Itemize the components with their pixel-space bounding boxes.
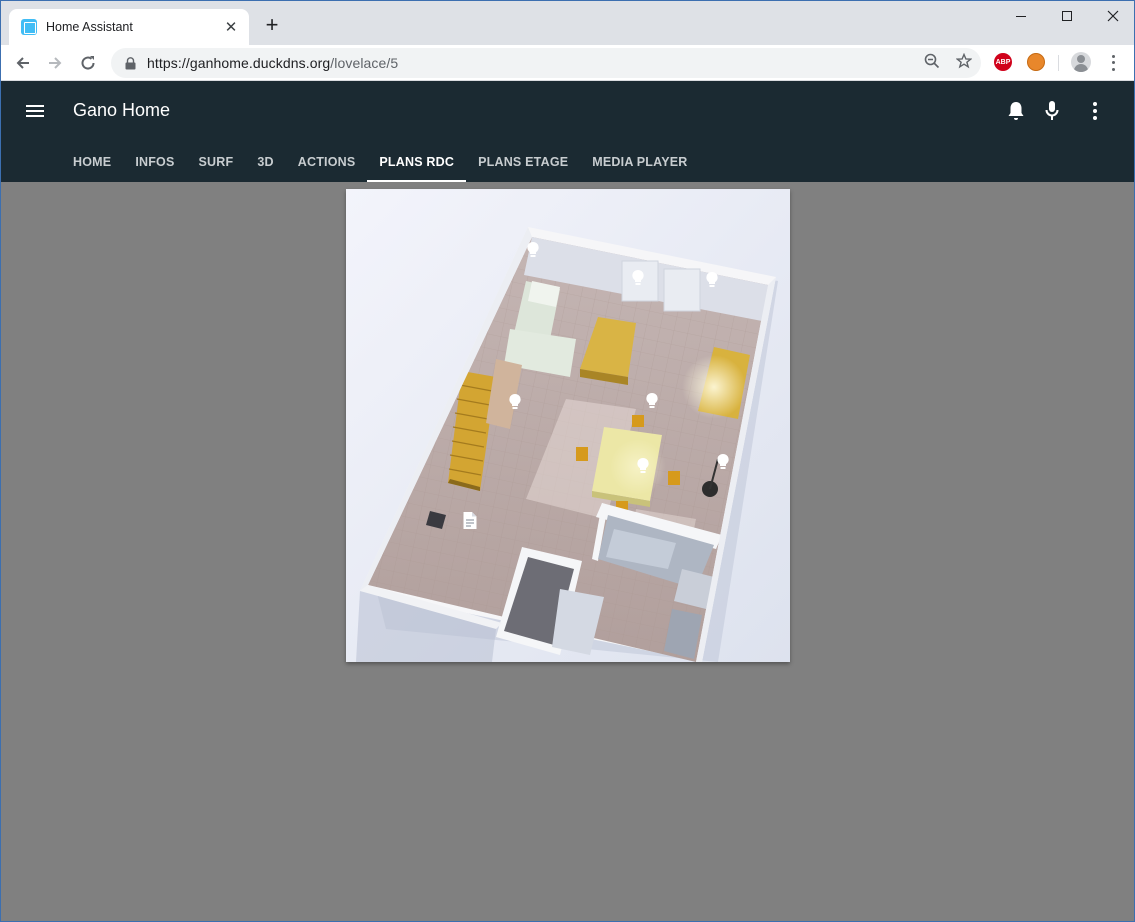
bell-icon	[1008, 102, 1024, 120]
microphone-icon	[1045, 101, 1059, 120]
tab-media-player[interactable]: Media Player	[580, 141, 699, 182]
lightbulb-icon[interactable]	[714, 453, 732, 471]
floorplan-card	[346, 189, 790, 662]
forward-button[interactable]	[41, 49, 69, 77]
reload-icon	[81, 56, 95, 70]
hamburger-menu-icon[interactable]	[23, 99, 47, 123]
arrow-right-icon	[49, 57, 62, 69]
lightbulb-icon[interactable]	[506, 393, 524, 411]
title-bar: Home Assistant ✕ +	[1, 1, 1134, 45]
maximize-icon	[1062, 11, 1072, 21]
zoom-out-icon	[924, 53, 940, 69]
lightbulb-icon[interactable]	[524, 241, 542, 259]
tab-home[interactable]: Home	[61, 141, 123, 182]
tab-close-icon[interactable]: ✕	[223, 18, 239, 36]
browser-toolbar: https://ganhome.duckdns.org/lovelace/5 A…	[1, 45, 1134, 81]
more-vert-icon	[1093, 102, 1097, 120]
zoom-button[interactable]	[923, 52, 941, 70]
tab-plans-rdc[interactable]: Plans RDC	[367, 141, 466, 182]
close-window-button[interactable]	[1090, 1, 1134, 31]
home-assistant-favicon-icon	[21, 19, 37, 35]
tab-title: Home Assistant	[46, 20, 133, 34]
tab-plans-etage[interactable]: Plans Etage	[466, 141, 580, 182]
star-icon	[956, 53, 972, 69]
app-header: Gano Home Home Infos Surf 3D Actions Pla…	[1, 81, 1134, 182]
url-text: https://ganhome.duckdns.org/lovelace/5	[147, 55, 398, 71]
arrow-left-icon	[16, 57, 29, 69]
main-content	[1, 182, 1134, 921]
close-icon	[1107, 10, 1119, 22]
address-bar[interactable]: https://ganhome.duckdns.org/lovelace/5	[111, 48, 981, 78]
back-button[interactable]	[9, 49, 37, 77]
toolbar-divider	[1058, 55, 1059, 71]
tab-infos[interactable]: Infos	[123, 141, 186, 182]
lightbulb-icon[interactable]	[629, 269, 647, 287]
document-icon[interactable]	[461, 511, 479, 529]
app-title: Gano Home	[73, 100, 171, 120]
notifications-button[interactable]	[1002, 97, 1030, 125]
lightbulb-icon[interactable]	[634, 457, 652, 475]
maximize-button[interactable]	[1044, 1, 1090, 31]
view-tabs: Home Infos Surf 3D Actions Plans RDC Pla…	[61, 141, 700, 182]
overflow-menu-button[interactable]	[1081, 97, 1109, 125]
minimize-button[interactable]	[998, 1, 1044, 31]
reload-button[interactable]	[74, 49, 102, 77]
chrome-menu-icon[interactable]	[1105, 53, 1121, 73]
adblock-plus-extension-icon[interactable]: ABP	[994, 53, 1012, 71]
basketball-extension-icon[interactable]	[1027, 53, 1045, 71]
tab-surf[interactable]: Surf	[187, 141, 246, 182]
minimize-icon	[1016, 15, 1026, 17]
lightbulb-icon[interactable]	[703, 271, 721, 289]
url-path: /lovelace/5	[330, 55, 399, 71]
voice-button[interactable]	[1038, 97, 1066, 125]
url-host: https://ganhome.duckdns.org	[147, 55, 331, 71]
browser-tab[interactable]: Home Assistant ✕	[9, 9, 249, 45]
profile-avatar-icon[interactable]	[1071, 52, 1091, 72]
tab-actions[interactable]: Actions	[286, 141, 368, 182]
lock-icon	[123, 55, 137, 71]
floorplan-image	[346, 189, 790, 662]
tab-3d[interactable]: 3D	[245, 141, 285, 182]
bookmark-button[interactable]	[955, 52, 973, 70]
new-tab-button[interactable]: +	[259, 13, 285, 39]
lightbulb-icon[interactable]	[643, 392, 661, 410]
browser-window: Home Assistant ✕ + https://ganhome.duckd…	[0, 0, 1135, 922]
